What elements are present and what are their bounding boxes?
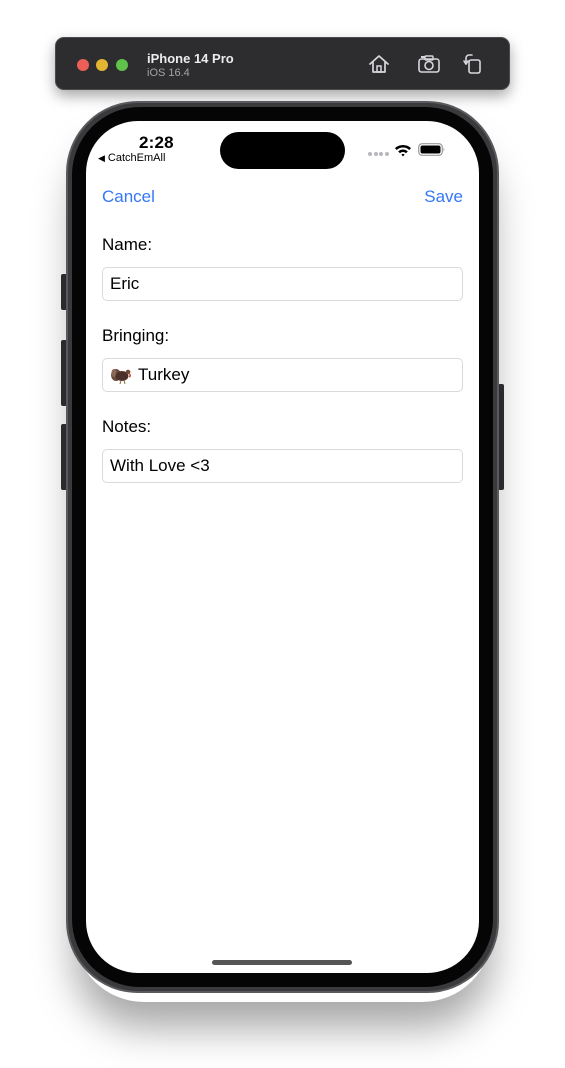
home-icon (369, 55, 389, 73)
notes-label: Notes: (102, 417, 152, 436)
notes-field[interactable]: With Love <3 (102, 449, 463, 483)
rotate-icon (463, 54, 481, 74)
bringing-field[interactable]: Turkey (102, 358, 463, 392)
save-button[interactable]: Save (424, 187, 463, 207)
name-field[interactable]: Eric (102, 267, 463, 301)
cancel-button[interactable]: Cancel (102, 187, 155, 207)
screenshot-button[interactable] (416, 51, 442, 77)
home-button[interactable] (366, 51, 392, 77)
rotate-button[interactable] (460, 51, 486, 77)
turkey-icon (110, 365, 132, 385)
dynamic-island (220, 132, 345, 169)
simulator-title-bar: iPhone 14 Pro iOS 16.4 (55, 37, 510, 90)
name-label: Name: (102, 235, 153, 254)
back-app-label: CatchEmAll (107, 152, 166, 164)
notes-field-value: With Love <3 (110, 456, 210, 475)
cellular-signal-icon (368, 152, 390, 156)
back-arrow-icon: ◀ (98, 153, 105, 163)
bringing-field-value: Turkey (138, 365, 190, 384)
home-indicator[interactable] (212, 960, 352, 965)
device-name: iPhone 14 Pro (147, 51, 234, 66)
zoom-window-button[interactable] (116, 59, 128, 71)
minimize-window-button[interactable] (96, 59, 108, 71)
battery-icon (418, 143, 445, 156)
close-window-button[interactable] (77, 59, 89, 71)
os-version: iOS 16.4 (147, 67, 190, 79)
simulator-stage: iPhone 14 Pro iOS 16.4 2:28 ◀ CatchEmAll… (0, 0, 565, 1068)
status-time: 2:28 (139, 133, 174, 152)
phone-screen: 2:28 ◀ CatchEmAll Cancel Save Name: Eric … (86, 121, 479, 973)
back-to-app-link[interactable]: ◀ CatchEmAll (98, 152, 165, 164)
wifi-icon (395, 144, 411, 157)
bringing-label: Bringing: (102, 326, 170, 345)
screenshot-icon (418, 55, 440, 73)
name-field-value: Eric (110, 274, 140, 293)
